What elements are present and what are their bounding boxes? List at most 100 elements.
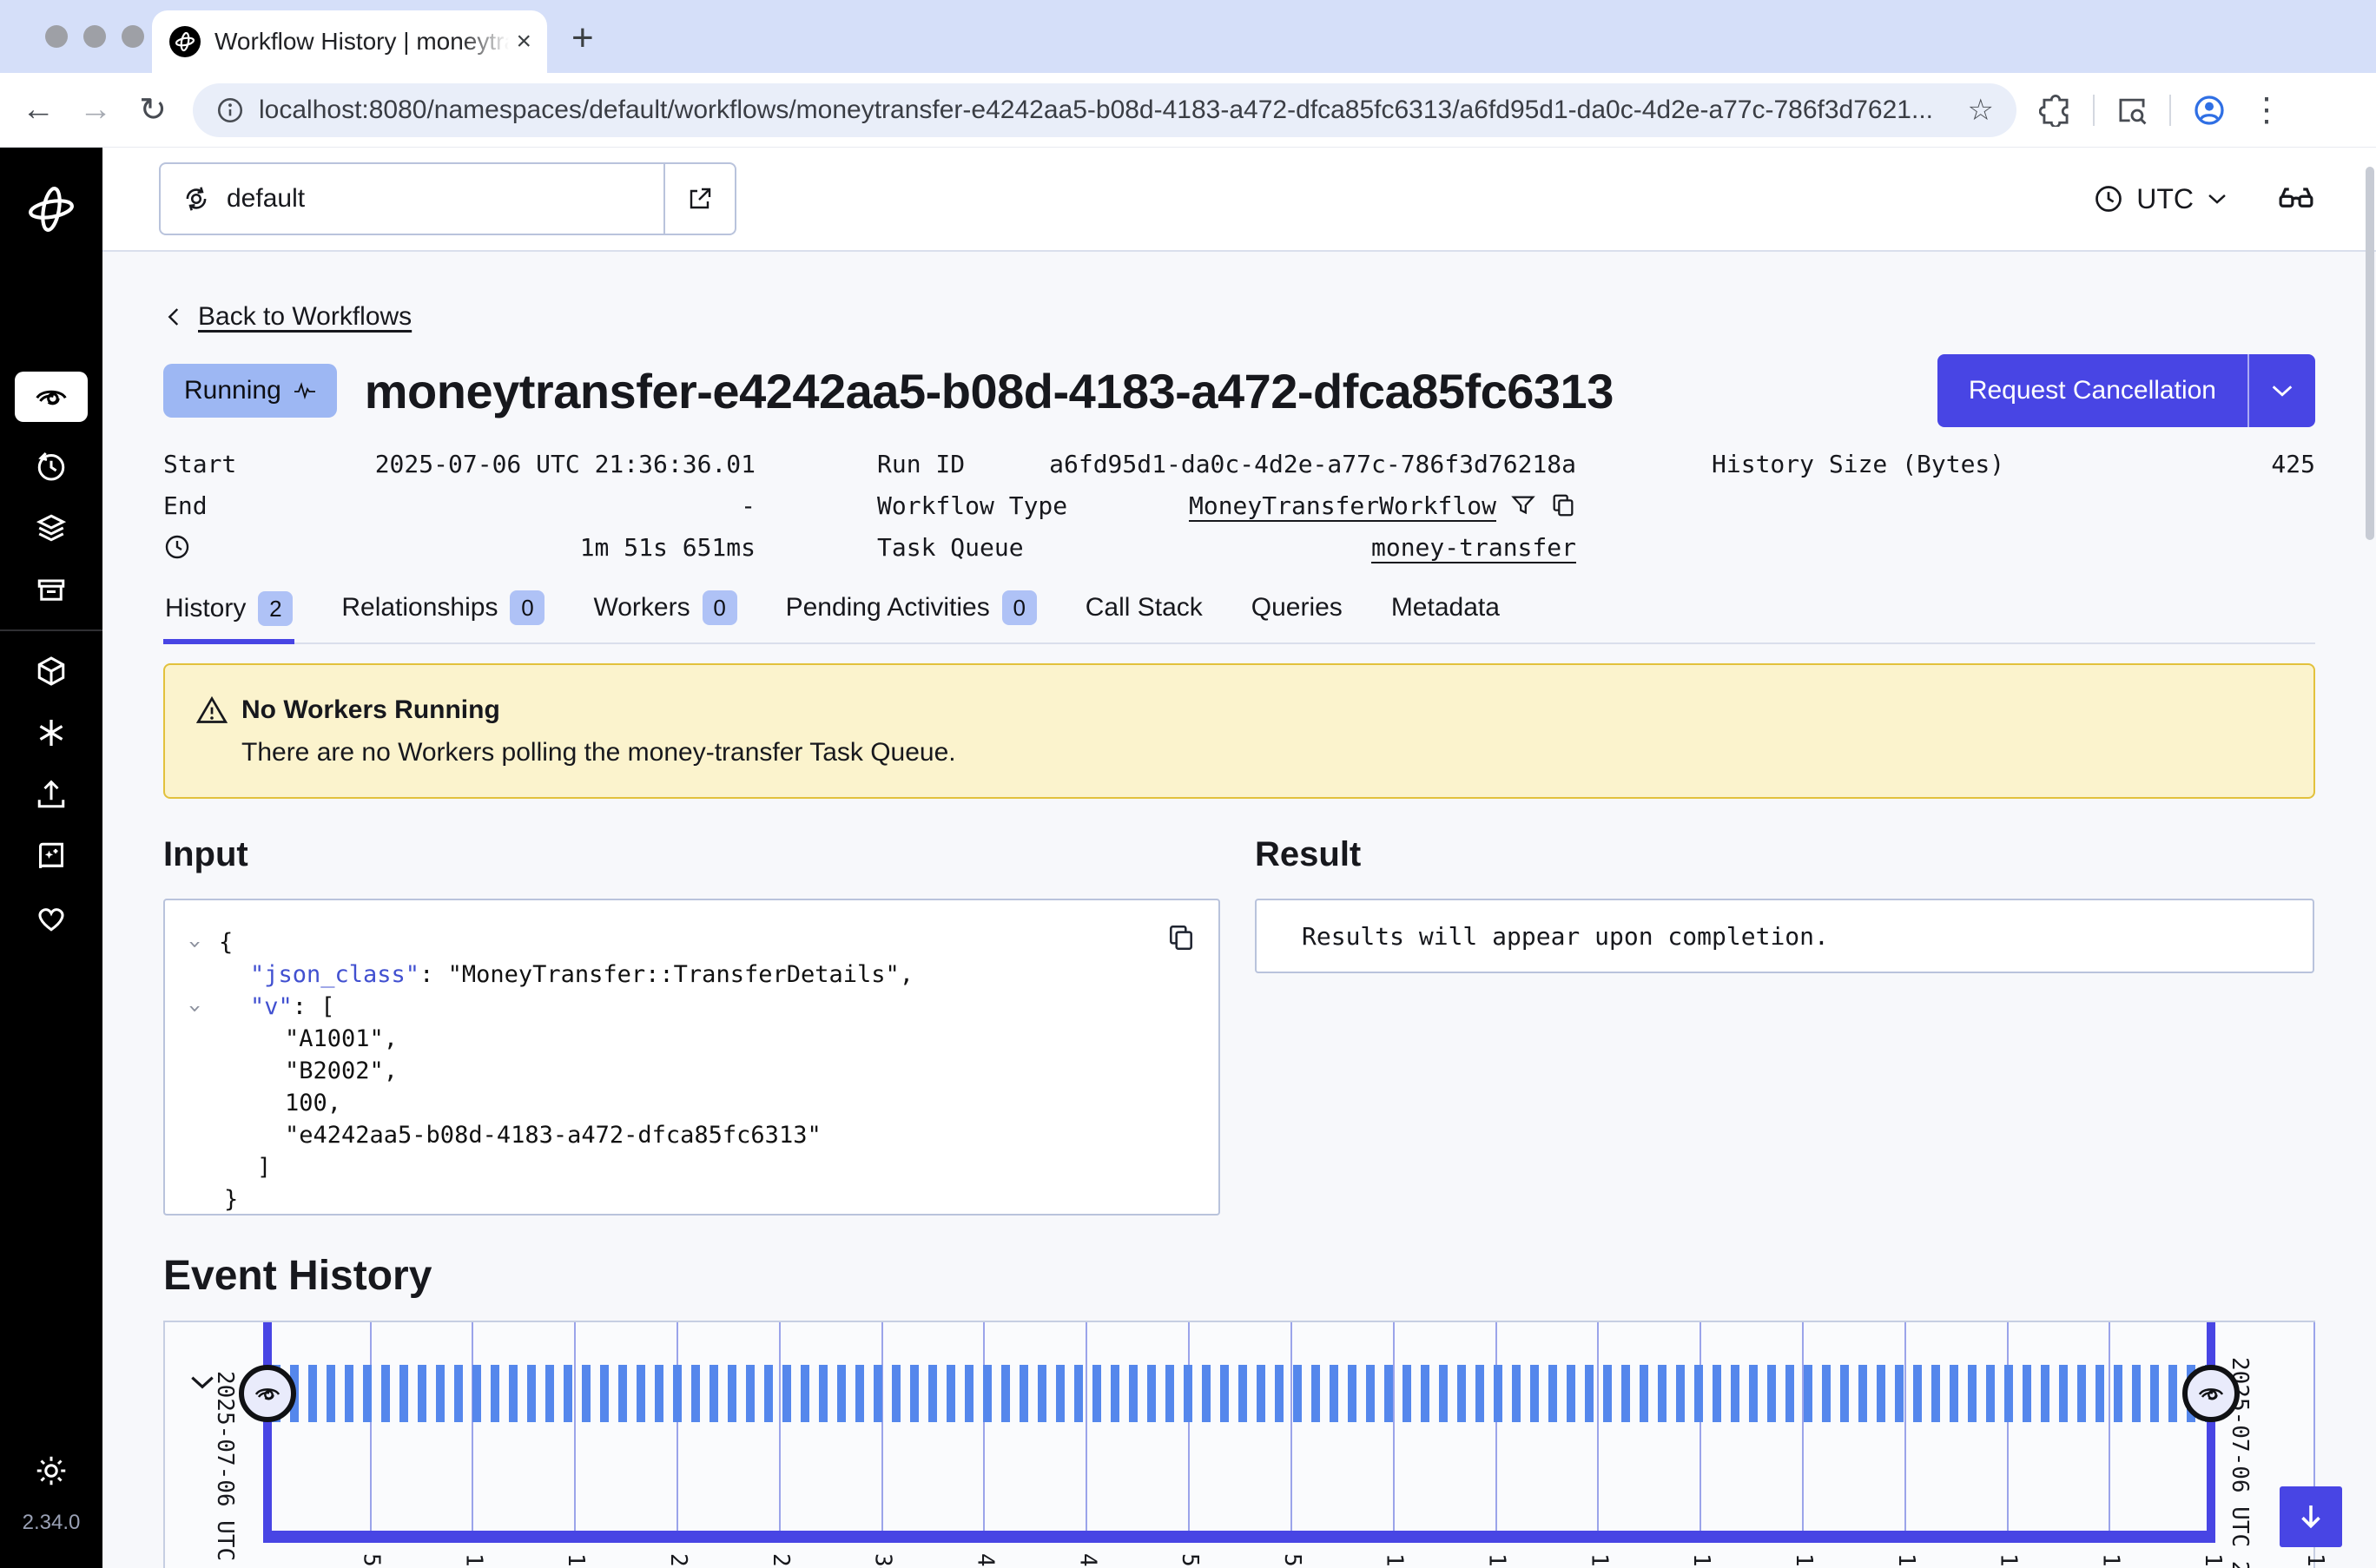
timeline-gridline [1597,1322,1599,1531]
sidebar-item-import[interactable] [34,777,69,812]
window-minimize-button[interactable] [83,25,106,48]
tab-relationships[interactable]: Relationships 0 [340,582,546,642]
down-arrow-icon [2294,1500,2327,1533]
browser-tab[interactable]: Workflow History | moneytran × [152,10,547,73]
request-cancellation-button[interactable]: Request Cancellation [1937,354,2315,427]
tab-queries[interactable]: Queries [1250,582,1344,642]
sidebar-item-deployments[interactable] [34,511,69,545]
tick-label: 17s [563,1553,589,1568]
input-section: Input ›{ "json_class": "MoneyTransfer::T… [163,835,1220,1216]
reload-icon[interactable]: ↻ [134,91,172,129]
toolbar-divider [2093,95,2095,126]
tick-label: 28s [768,1553,794,1568]
back-to-workflows-link[interactable]: Back to Workflows [198,302,412,332]
status-label: Running [184,376,281,405]
timeline-gridline [779,1322,781,1531]
window-close-button[interactable] [45,25,68,48]
theme-toggle-sun-icon[interactable] [34,1453,69,1488]
tick-label: 34s [870,1553,896,1568]
toolbar-actions: ⋮ [2039,91,2286,129]
timeline-baseline [263,1531,2215,1543]
search-tabs-icon[interactable] [2115,94,2148,127]
task-queue-label: Task Queue [877,533,1024,562]
tab-metadata[interactable]: Metadata [1389,582,1502,642]
url-text[interactable]: localhost:8080/namespaces/default/workfl… [259,96,1954,125]
new-tab-button[interactable]: + [571,19,594,57]
scroll-to-bottom-button[interactable] [2280,1486,2342,1547]
sidebar-item-schedules[interactable] [34,449,69,484]
tab-pending-activities[interactable]: Pending Activities 0 [784,582,1039,642]
profile-avatar-icon[interactable] [2192,93,2227,128]
tab-history[interactable]: History 2 [163,582,294,644]
tick-label: 1m [1382,1553,1408,1568]
timeline-start-bar [263,1322,272,1543]
timeline-gridline [1188,1322,1190,1531]
clock-icon [2093,183,2124,214]
status-badge[interactable]: Running [163,364,337,418]
tab-call-stack[interactable]: Call Stack [1084,582,1204,642]
site-info-icon[interactable] [215,96,245,125]
warning-title: No Workers Running [241,695,500,725]
sidebar-item-archive[interactable] [34,572,69,607]
tick-label: 57s [1279,1553,1305,1568]
tab-workers[interactable]: Workers 0 [591,582,738,642]
tick-label: 1m [1791,1553,1817,1568]
app-topbar: default UTC [102,148,2376,252]
timeline-gridline [1393,1322,1395,1531]
warning-message: There are no Workers polling the money-t… [241,738,2282,768]
toolbar-divider [2169,95,2171,126]
input-json-viewer[interactable]: ›{ "json_class": "MoneyTransfer::Transfe… [163,899,1220,1216]
timeline-gridline [676,1322,678,1531]
copy-icon[interactable] [1550,492,1576,518]
bookmark-star-icon[interactable]: ☆ [1968,93,1994,128]
window-zoom-button[interactable] [122,25,144,48]
tick-label: 1m [2097,1553,2123,1568]
timezone-label: UTC [2136,183,2194,215]
sidebar-item-docs[interactable] [34,839,69,873]
pulse-icon [294,382,316,399]
history-size-value: 425 [2271,450,2315,478]
event-history-timeline[interactable]: 5s11s17s22s28s34s40s45s51s57s1m1m1m1m1m1… [163,1321,2315,1568]
input-heading: Input [163,835,1220,874]
labs-glasses-icon[interactable] [2277,180,2315,218]
window-scrollbar[interactable] [2366,167,2374,540]
chevron-left-icon [163,306,186,328]
event-history-heading: Event History [163,1252,2315,1300]
timeline-collapse-button[interactable] [188,1367,217,1397]
workflow-type-link[interactable]: MoneyTransferWorkflow [1189,491,1496,520]
result-section: Result Results will appear upon completi… [1255,835,2314,1216]
extensions-icon[interactable] [2039,94,2072,127]
tab-title: Workflow History | moneytran [214,28,509,56]
namespace-open-button[interactable] [663,164,735,234]
tick-label: 11s [460,1553,486,1568]
fold-caret-icon[interactable]: › [178,938,210,952]
sidebar-item-nexus[interactable] [34,715,69,750]
workflow-execution-band[interactable] [272,1365,2215,1422]
temporal-logo-icon[interactable] [26,184,76,234]
cancel-menu-chevron[interactable] [2247,354,2315,427]
timeline-gridline [370,1322,372,1531]
back-icon[interactable]: ← [19,91,57,129]
request-cancellation-label[interactable]: Request Cancellation [1937,354,2247,427]
chevron-down-icon [2206,188,2228,210]
timeline-gridline [881,1322,883,1531]
filter-icon[interactable] [1510,492,1536,518]
fold-caret-icon[interactable]: › [178,1002,210,1016]
sidebar-item-workflows[interactable] [15,372,88,422]
address-bar[interactable]: localhost:8080/namespaces/default/workfl… [193,83,2016,137]
timeline-gridline [1802,1322,1804,1531]
namespace-selector[interactable]: default [159,162,736,235]
timezone-selector[interactable]: UTC [2093,183,2228,215]
forward-icon: → [76,91,115,129]
window-controls[interactable] [45,25,144,48]
menu-icon[interactable]: ⋮ [2247,91,2286,129]
workflow-end-node[interactable] [2182,1365,2240,1422]
sidebar-item-feedback[interactable] [34,900,69,935]
timeline-gridline [983,1322,985,1531]
tick-label: 1m [1484,1553,1510,1568]
sidebar-item-namespaces[interactable] [34,654,69,688]
tab-close-icon[interactable]: × [516,29,531,55]
task-queue-link[interactable]: money-transfer [1371,533,1576,562]
tick-label: 1m [1893,1553,1919,1568]
workflow-start-node[interactable] [239,1365,296,1422]
